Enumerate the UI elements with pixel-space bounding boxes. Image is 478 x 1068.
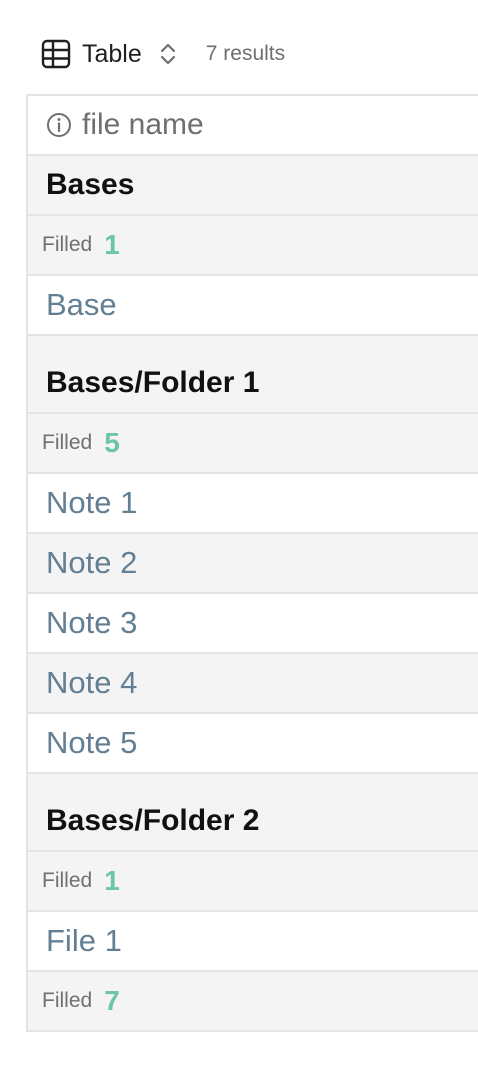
group-summary[interactable]: Filled 1: [28, 852, 478, 912]
group-summary[interactable]: Filled 5: [28, 414, 478, 474]
summary-label: Filled: [42, 989, 93, 1012]
group-title: Bases/Folder 2: [46, 804, 260, 837]
group-header: Bases: [28, 156, 478, 216]
file-link[interactable]: Note 5: [46, 725, 137, 761]
file-link[interactable]: Note 4: [46, 665, 137, 701]
results-table: file name Bases Filled 1 Base Bases/Fold…: [26, 94, 478, 1032]
column-header[interactable]: file name: [28, 96, 478, 156]
table-row[interactable]: Note 5: [28, 714, 478, 774]
group-header: Bases/Folder 2: [28, 774, 478, 852]
summary-value: 7: [104, 985, 120, 1016]
results-count: 7 results: [205, 42, 286, 65]
summary-value: 1: [104, 865, 120, 896]
group-summary[interactable]: Filled 1: [28, 216, 478, 276]
info-icon: [46, 112, 72, 138]
toolbar: Table 7 results: [40, 36, 285, 72]
column-header-label: file name: [82, 108, 204, 141]
group-title: Bases/Folder 1: [46, 366, 260, 399]
file-link[interactable]: Note 1: [46, 485, 137, 521]
table-row[interactable]: File 1: [28, 912, 478, 972]
view-switcher[interactable]: Table: [40, 38, 178, 70]
view-label: Table: [82, 39, 142, 68]
table-row[interactable]: Note 1: [28, 474, 478, 534]
file-link[interactable]: Note 2: [46, 545, 137, 581]
file-link[interactable]: File 1: [46, 923, 122, 959]
file-link[interactable]: Note 3: [46, 605, 137, 641]
table-row[interactable]: Base: [28, 276, 478, 336]
group-header: Bases/Folder 1: [28, 336, 478, 414]
group-title: Bases: [46, 168, 135, 201]
total-summary[interactable]: Filled 7: [28, 972, 478, 1032]
table-row[interactable]: Note 3: [28, 594, 478, 654]
summary-value: 1: [104, 229, 120, 260]
chevron-up-down-icon: [158, 40, 178, 68]
file-link[interactable]: Base: [46, 287, 117, 323]
summary-label: Filled: [42, 869, 93, 892]
table-row[interactable]: Note 4: [28, 654, 478, 714]
table-row[interactable]: Note 2: [28, 534, 478, 594]
summary-label: Filled: [42, 233, 93, 256]
summary-label: Filled: [42, 431, 93, 454]
summary-value: 5: [104, 427, 120, 458]
table-icon: [40, 38, 72, 70]
